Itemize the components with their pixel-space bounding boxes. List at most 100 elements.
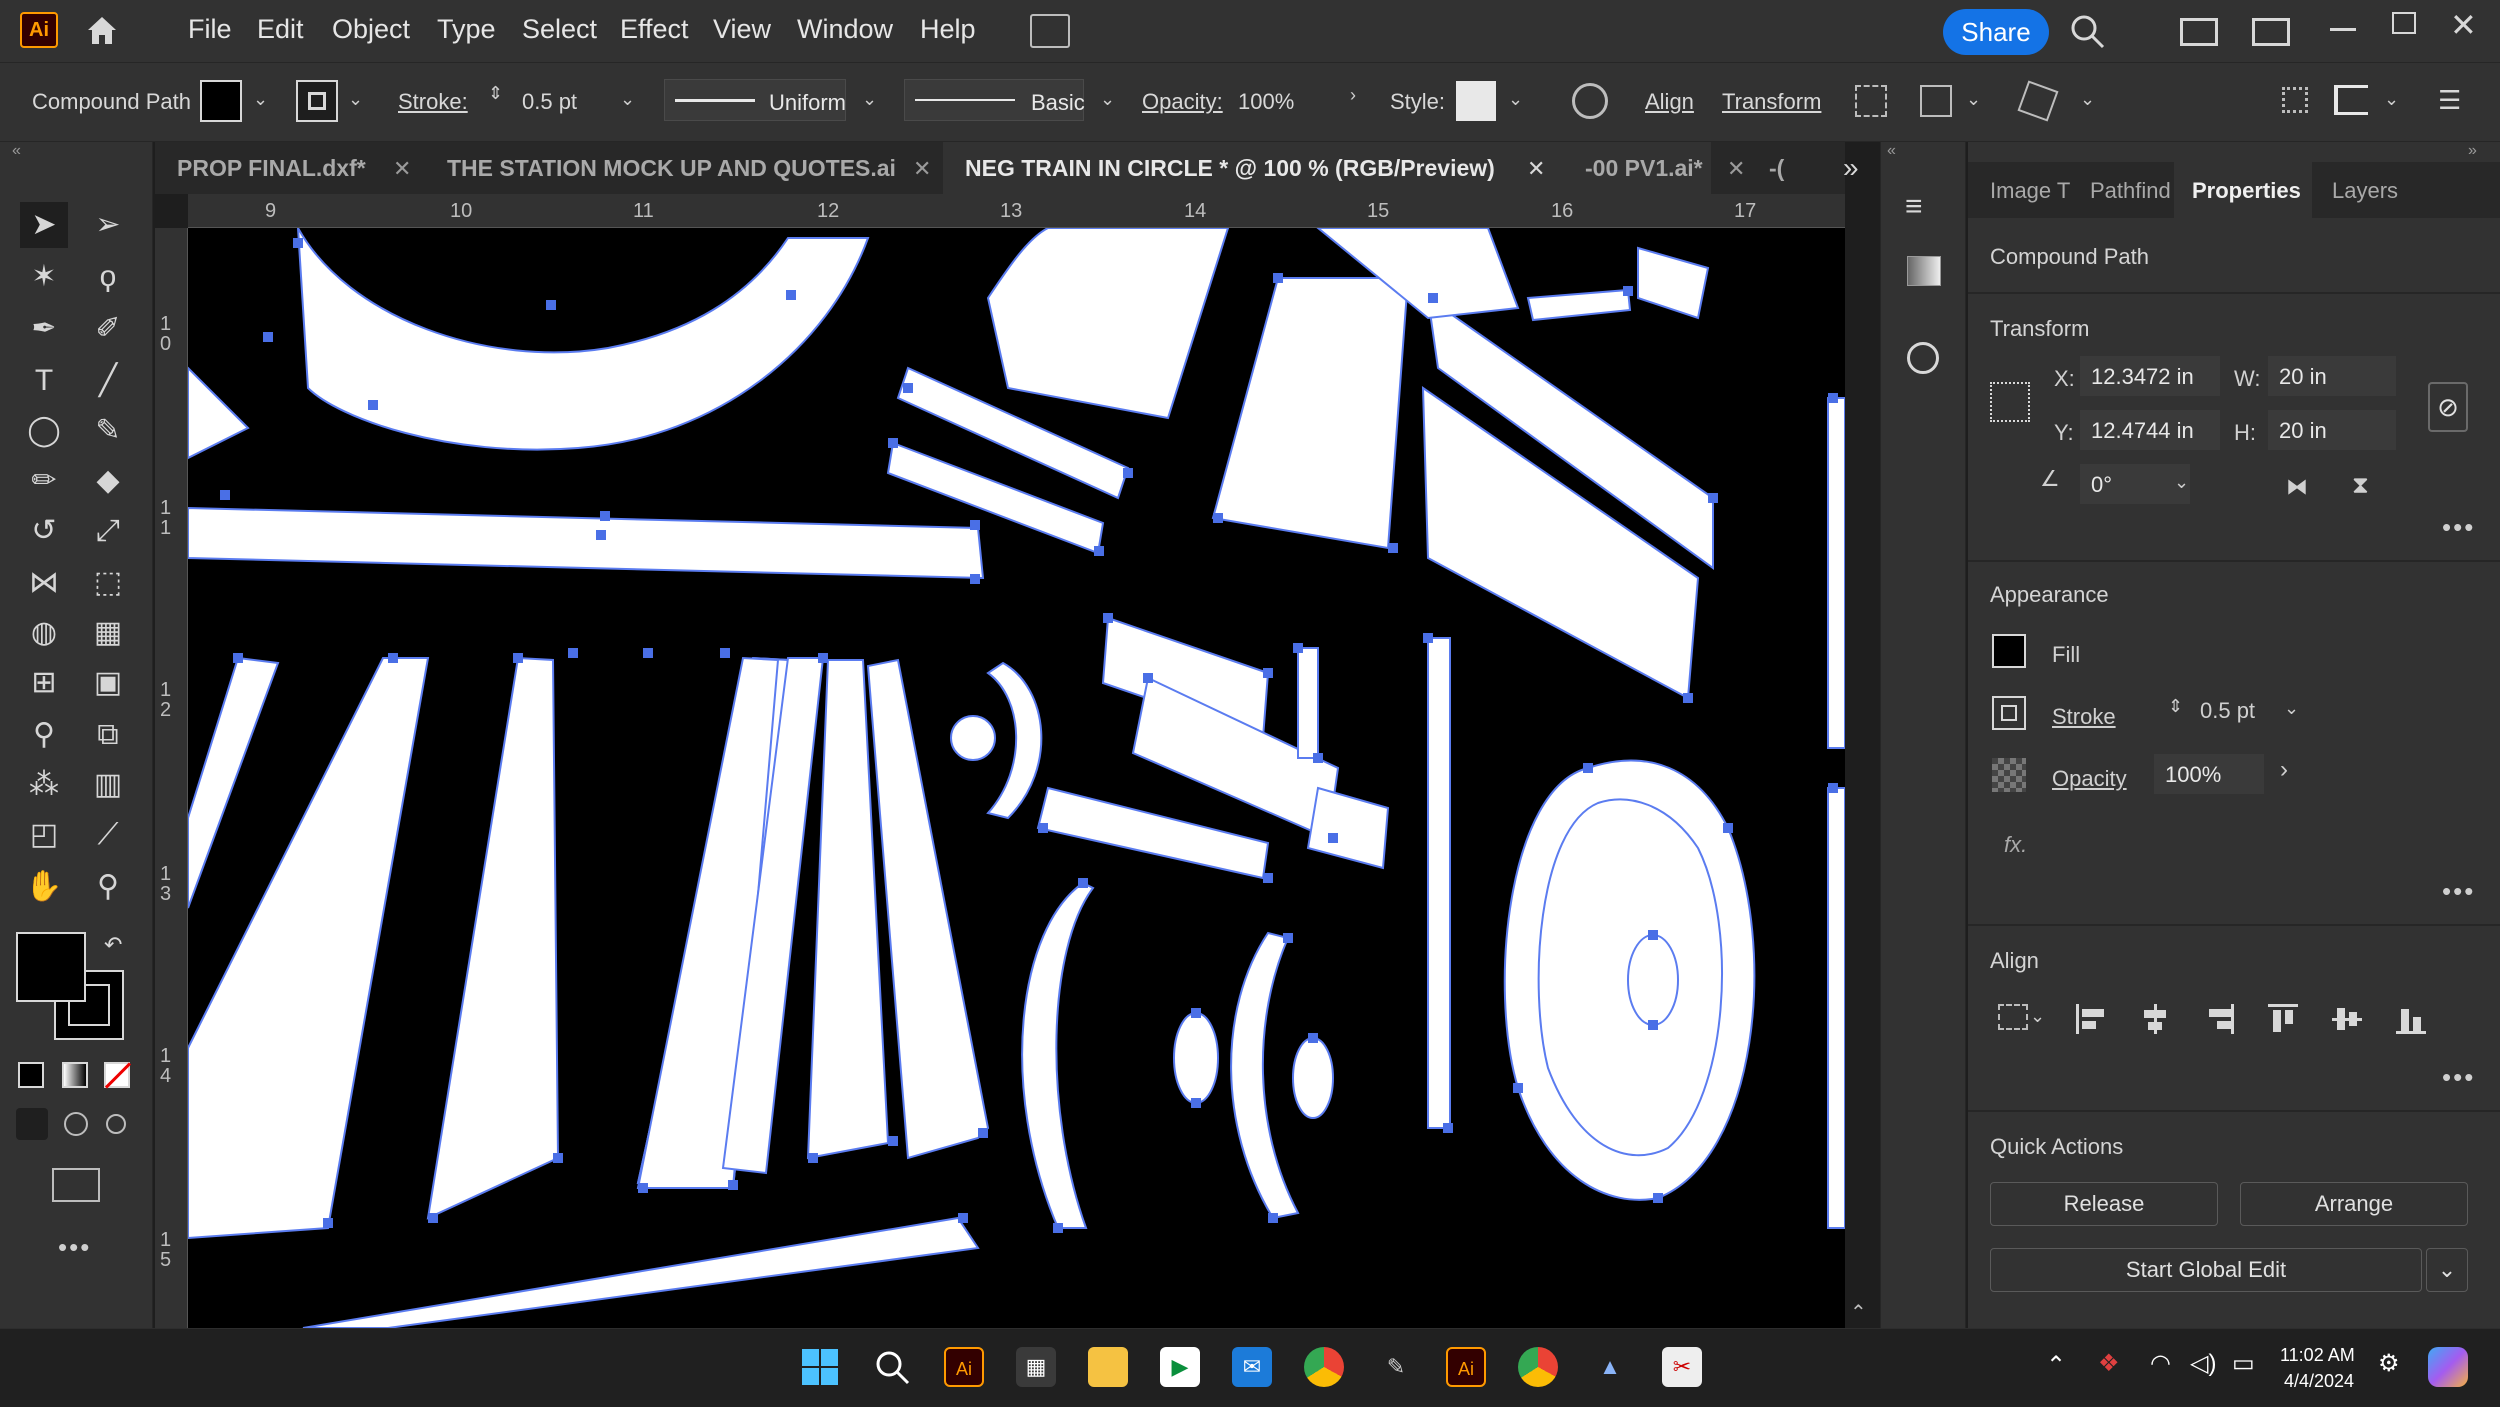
puppet-warp-icon[interactable] — [2017, 80, 2059, 122]
opacity-label[interactable]: Opacity — [2052, 766, 2127, 792]
gpu-performance-icon[interactable] — [1030, 14, 1070, 48]
close-icon[interactable]: ✕ — [1527, 156, 1545, 182]
align-bottom-icon[interactable] — [2396, 1004, 2426, 1034]
more-options-icon[interactable]: ••• — [2442, 512, 2475, 543]
fill-swatch[interactable] — [1992, 634, 2026, 668]
file-explorer-icon[interactable] — [1088, 1347, 1128, 1387]
arrange-documents-icon[interactable] — [2252, 18, 2290, 46]
align-to-icon[interactable] — [1998, 1004, 2028, 1030]
align-left-icon[interactable] — [2076, 1004, 2106, 1034]
chevron-down-icon[interactable]: ⌄ — [862, 89, 877, 110]
arrange-button[interactable]: Arrange — [2240, 1182, 2468, 1226]
pencil-tool-icon[interactable]: ✏ — [20, 458, 68, 504]
align-horizontal-center-icon[interactable] — [2140, 1004, 2170, 1034]
mail-icon[interactable]: ✉ — [1232, 1347, 1272, 1387]
stepper-icon[interactable]: ⇕ — [488, 83, 503, 104]
restore-icon[interactable] — [2392, 12, 2416, 34]
chevron-down-icon[interactable]: ⌄ — [620, 89, 635, 110]
eyedropper-tool-icon[interactable]: ⚲ — [20, 712, 68, 758]
calculator-icon[interactable]: ▦ — [1016, 1347, 1056, 1387]
tab-pv1[interactable]: -00 PV1.ai* — [1565, 142, 1743, 194]
none-mode-icon[interactable] — [104, 1062, 132, 1089]
style-swatch[interactable] — [1456, 81, 1496, 121]
scale-tool-icon[interactable]: ⤢ — [84, 508, 132, 554]
mesh-tool-icon[interactable]: ⊞ — [20, 660, 68, 706]
more-tabs-icon[interactable]: » — [1843, 152, 1859, 184]
artboard-tool-icon[interactable]: ◰ — [20, 812, 68, 858]
close-icon[interactable]: ✕ — [913, 156, 931, 182]
pen-app-icon[interactable]: ✎ — [1376, 1347, 1416, 1387]
wifi-icon[interactable]: ◠ — [2150, 1349, 2171, 1378]
draw-inside-icon[interactable] — [106, 1114, 126, 1134]
selection-tool-options-icon[interactable] — [1920, 85, 1952, 117]
stroke-swatch[interactable] — [296, 80, 338, 122]
direct-selection-tool-icon[interactable]: ➢ — [84, 202, 132, 248]
symbol-sprayer-tool-icon[interactable]: ⁂ — [20, 762, 68, 808]
selection-tool-icon[interactable]: ➤ — [20, 202, 68, 248]
swap-colors-icon[interactable]: ↶ — [104, 932, 122, 958]
x-input[interactable]: 12.3472 in — [2080, 356, 2220, 396]
screen-mode-icon[interactable] — [52, 1168, 100, 1202]
fill-swatch[interactable] — [200, 80, 242, 122]
edit-toolbar-icon[interactable]: ••• — [58, 1232, 91, 1263]
gradient-panel-icon[interactable] — [1907, 256, 1941, 286]
chevron-down-icon[interactable]: ⌄ — [2384, 89, 2399, 110]
chrome-icon[interactable] — [1304, 1347, 1344, 1387]
isolate-icon[interactable] — [1855, 85, 1887, 117]
chevron-down-icon[interactable]: ⌄ — [2080, 89, 2095, 110]
close-icon[interactable]: ✕ — [393, 156, 411, 182]
tab-layers[interactable]: Layers — [2332, 178, 2398, 204]
gradient-tool-icon[interactable]: ▣ — [84, 660, 132, 706]
play-store-icon[interactable]: ▶ — [1160, 1347, 1200, 1387]
curvature-tool-icon[interactable]: ✐ — [84, 306, 132, 352]
fill-color-swatch[interactable] — [16, 932, 86, 1002]
opacity-input[interactable]: 100% — [2154, 754, 2264, 794]
chevron-down-icon[interactable]: ⌄ — [253, 89, 268, 110]
share-button[interactable]: Share — [1943, 9, 2049, 55]
more-options-icon[interactable]: ••• — [2442, 1062, 2475, 1093]
draw-normal-icon[interactable] — [16, 1108, 48, 1140]
chevron-right-icon[interactable]: › — [1350, 85, 1356, 106]
chevron-down-icon[interactable]: ⌄ — [2030, 1006, 2045, 1027]
blend-tool-icon[interactable]: ⧉ — [84, 712, 132, 758]
menu-view[interactable]: View — [713, 14, 771, 45]
reference-point-icon[interactable] — [1990, 382, 2030, 422]
align-link[interactable]: Align — [1645, 89, 1694, 115]
menu-object[interactable]: Object — [332, 14, 410, 45]
rotate-tool-icon[interactable]: ↺ — [20, 508, 68, 554]
recolor-icon[interactable] — [1572, 83, 1608, 119]
close-icon[interactable]: ✕ — [1727, 156, 1745, 182]
stepper-icon[interactable]: ⇕ — [2168, 696, 2183, 717]
chevron-up-icon[interactable]: ⌃ — [2046, 1351, 2066, 1380]
line-tool-icon[interactable]: ╱ — [84, 358, 132, 404]
flip-horizontal-icon[interactable]: ⧓ — [2286, 474, 2308, 500]
collapse-icon[interactable]: « — [1887, 142, 1896, 160]
search-icon[interactable] — [2068, 12, 2108, 52]
align-right-icon[interactable] — [2204, 1004, 2234, 1034]
stroke-label[interactable]: Stroke — [2052, 704, 2116, 730]
search-icon[interactable] — [872, 1347, 912, 1387]
width-tool-icon[interactable]: ⋈ — [20, 560, 68, 606]
tab-image-trace[interactable]: Image T — [1990, 178, 2070, 204]
effects-icon[interactable]: fx. — [2004, 832, 2027, 858]
stroke-label[interactable]: Stroke: — [398, 89, 468, 115]
start-global-edit-button[interactable]: Start Global Edit — [1990, 1248, 2422, 1292]
chevron-down-icon[interactable]: ⌄ — [2174, 472, 2189, 493]
windows-start-icon[interactable] — [800, 1347, 840, 1387]
menu-select[interactable]: Select — [522, 14, 597, 45]
settings-icon[interactable]: ⚙ — [2378, 1349, 2400, 1378]
hand-tool-icon[interactable]: ✋ — [20, 864, 68, 910]
y-input[interactable]: 12.4744 in — [2080, 410, 2220, 450]
stroke-weight-input[interactable]: 0.5 pt — [2200, 698, 2255, 724]
height-input[interactable]: 20 in — [2268, 410, 2396, 450]
menu-edit[interactable]: Edit — [257, 14, 304, 45]
gradient-mode-icon[interactable] — [62, 1062, 88, 1088]
volume-icon[interactable]: ◁) — [2190, 1349, 2216, 1378]
artboard-canvas[interactable] — [188, 228, 1845, 1328]
lasso-tool-icon[interactable]: ϙ — [84, 254, 132, 300]
illustrator-app-icon[interactable]: Ai — [944, 1347, 984, 1387]
close-icon[interactable]: ✕ — [2450, 6, 2477, 44]
tab-properties[interactable]: Properties — [2192, 178, 2301, 204]
align-top-icon[interactable] — [2268, 1004, 2298, 1034]
app-icon[interactable]: ▲ — [1590, 1347, 1630, 1387]
